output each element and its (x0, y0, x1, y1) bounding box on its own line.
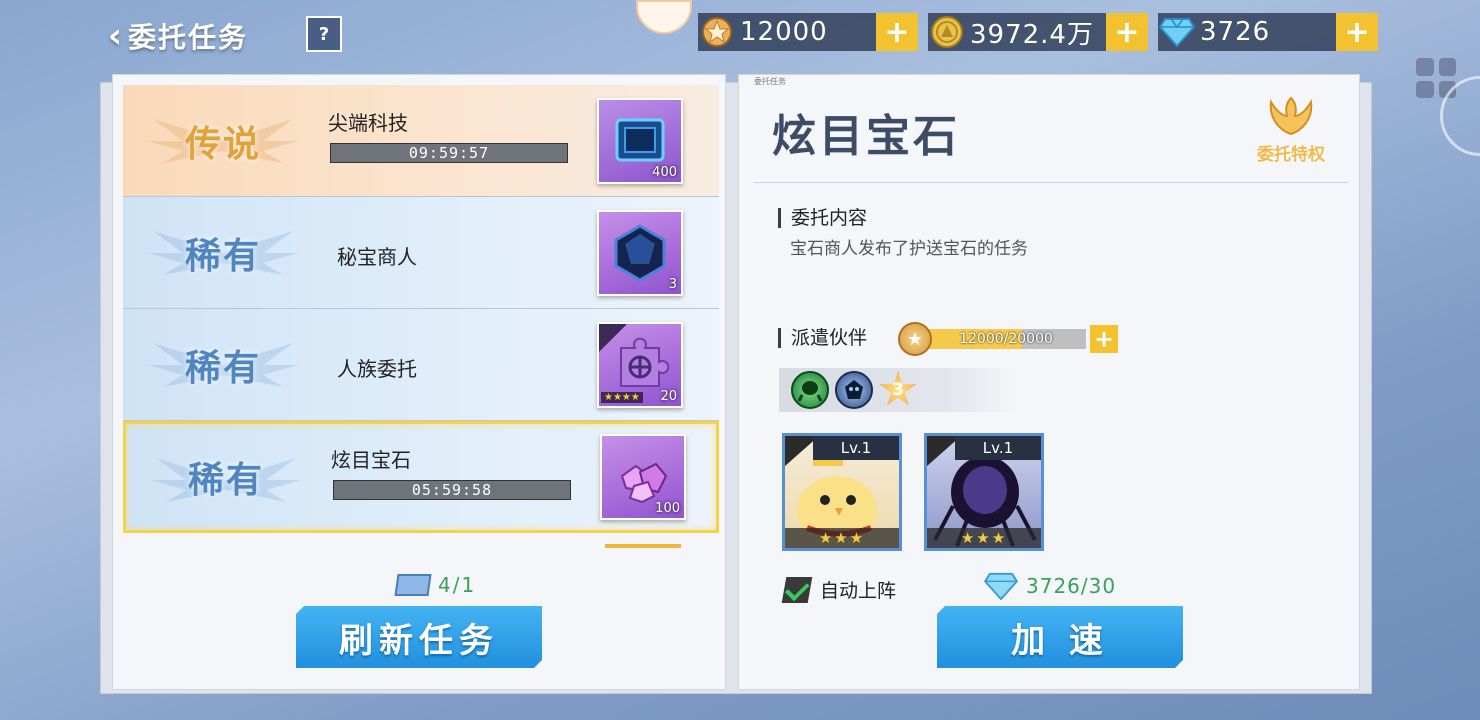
help-button[interactable]: ? (306, 16, 342, 52)
partner-card[interactable]: Lv.1 ★★★ (782, 433, 902, 551)
reward-puzzle-piece[interactable]: ★★★★ 20 (597, 322, 683, 408)
gold-coin-value: 3972.4万 (970, 19, 1094, 50)
quest-item-rare[interactable]: 稀有 人族委托 ★★★★ 20 (123, 309, 719, 421)
dispatch-heading: 派遣伙伴 (778, 328, 867, 348)
menu-button[interactable] (1400, 42, 1480, 156)
mascot-icon[interactable] (636, 0, 692, 34)
resource-diamond: 3726 + (1158, 13, 1378, 51)
quest-name: 秘宝商人 (337, 245, 417, 269)
speed-up-cost: 3726/30 (984, 572, 1116, 600)
quest-item-selected[interactable]: 稀有 炫目宝石 05:59:58 100 (123, 421, 719, 533)
auto-deploy-toggle[interactable]: 自动上阵 (781, 576, 897, 603)
content-text: 宝石商人发布了护送宝石的任务 (790, 239, 1028, 259)
reward-stars: ★★★★ (601, 392, 643, 403)
star-requirement-icon: 3 (879, 371, 917, 406)
partner-level: Lv.1 (813, 436, 899, 460)
requirement-strip: 3 (779, 368, 1019, 412)
diamond-icon (1158, 13, 1196, 51)
add-star-coin-button[interactable]: + (876, 13, 918, 51)
next-quest-edge (605, 544, 681, 548)
quest-item-rare[interactable]: 稀有 秘宝商人 3 (123, 197, 719, 309)
rarity-label: 传说 (184, 123, 261, 165)
reward-count: 100 (655, 501, 680, 516)
ticket-value: 4/1 (438, 573, 477, 597)
gem-cost-value: 3726/30 (1026, 574, 1117, 598)
breadcrumb: 委托任务 (754, 77, 786, 86)
stamina-meter: ★ 12000/20000 + (898, 322, 1118, 356)
partner-card[interactable]: Lv.1 ★★★ (924, 433, 1044, 551)
reward-gems[interactable]: 100 (600, 434, 686, 520)
wing-crest-icon (1269, 96, 1313, 136)
rarity-label: 稀有 (187, 460, 264, 501)
partner-stars: ★★★ (785, 528, 899, 548)
quest-book: 传说 尖端科技 09:59:57 400 稀有 秘宝商人 3 稀有 人族委托 ★… (96, 74, 1376, 694)
tech-chip-icon (615, 118, 665, 162)
reward-count: 400 (652, 165, 677, 180)
chevron-left-icon: ‹ (108, 16, 123, 56)
reward-count: 3 (668, 277, 677, 292)
quest-item-legend[interactable]: 传说 尖端科技 09:59:57 400 (123, 85, 719, 197)
checkbox-checked-icon[interactable] (781, 576, 813, 603)
quest-timer: 09:59:57 (330, 143, 568, 163)
speed-up-button[interactable]: 加 速 (937, 606, 1183, 668)
quest-name: 人族委托 (337, 357, 417, 381)
refresh-quests-button[interactable]: 刷新任务 (296, 606, 542, 668)
commission-privilege-button[interactable]: 委托特权 (1246, 94, 1336, 170)
rarity-tag-icon (599, 324, 627, 352)
page-title: 委托任务 (128, 21, 249, 54)
add-diamond-button[interactable]: + (1336, 13, 1378, 51)
detail-title: 炫目宝石 (772, 111, 960, 162)
purple-gems-icon (620, 462, 668, 504)
star-coin-value: 12000 (740, 17, 828, 47)
stamina-bar: 12000/20000 (926, 329, 1086, 349)
quest-name: 尖端科技 (328, 111, 408, 135)
quest-list[interactable]: 传说 尖端科技 09:59:57 400 稀有 秘宝商人 3 稀有 人族委托 ★… (123, 85, 719, 555)
green-faction-icon[interactable] (791, 371, 829, 409)
reward-tech-chip[interactable]: 400 (597, 98, 683, 184)
diamond-value: 3726 (1200, 17, 1271, 47)
star-coin-icon (698, 13, 736, 51)
quest-timer: 05:59:58 (333, 480, 571, 500)
diamond-icon (984, 572, 1018, 600)
reward-count: 20 (660, 389, 677, 404)
crystal-icon (614, 224, 666, 282)
rarity-label: 稀有 (184, 347, 261, 389)
divider (754, 182, 1348, 183)
add-stamina-button[interactable]: + (1090, 325, 1118, 353)
ticket-icon (394, 574, 432, 596)
content-heading: 委托内容 (778, 208, 867, 228)
reward-crystal[interactable]: 3 (597, 210, 683, 296)
partner-stars: ★★★ (927, 528, 1041, 548)
rarity-label: 稀有 (184, 235, 261, 277)
auto-deploy-label: 自动上阵 (820, 580, 897, 602)
back-button[interactable]: ‹ 委托任务 (108, 14, 248, 58)
add-gold-coin-button[interactable]: + (1106, 13, 1148, 51)
privilege-label: 委托特权 (1257, 145, 1325, 165)
resource-star-coin: 12000 + (698, 13, 918, 51)
resource-gold-coin: 3972.4万 + (928, 13, 1148, 51)
refresh-ticket-count: 4/1 (394, 573, 477, 597)
quest-name: 炫目宝石 (331, 448, 411, 472)
star-coin-icon: ★ (898, 322, 932, 356)
partner-level: Lv.1 (955, 436, 1041, 460)
blue-faction-icon[interactable] (835, 371, 873, 409)
gold-coin-icon (928, 13, 966, 51)
